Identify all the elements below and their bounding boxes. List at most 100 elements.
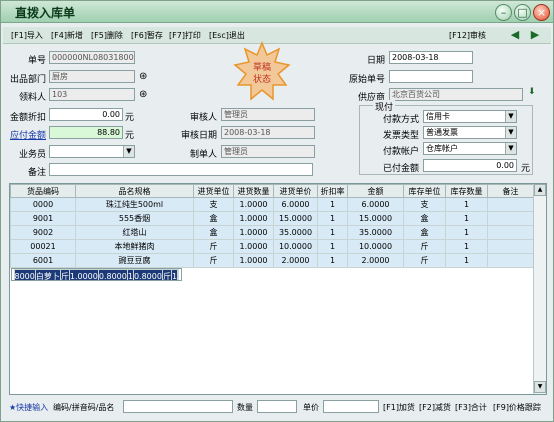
add-button[interactable]: [F4]新增 bbox=[51, 30, 83, 41]
table-cell[interactable]: 35.0000 bbox=[273, 225, 318, 240]
table-cell[interactable]: 1 bbox=[170, 269, 179, 280]
close-button[interactable]: × bbox=[533, 4, 550, 21]
table-cell[interactable]: 1.0000 bbox=[233, 253, 274, 268]
column-header[interactable]: 进货单位 bbox=[193, 184, 234, 198]
table-cell[interactable]: 555香烟 bbox=[75, 211, 194, 226]
table-cell[interactable]: 6.0000 bbox=[347, 197, 404, 212]
next-arrow-icon[interactable]: ▶ bbox=[529, 29, 541, 41]
remark-field[interactable] bbox=[49, 163, 313, 176]
table-cell[interactable]: 00021 bbox=[10, 239, 76, 254]
table-cell[interactable]: 1.0000 bbox=[233, 197, 274, 212]
table-cell[interactable]: 1 bbox=[317, 197, 348, 212]
table-row[interactable]: 9001 555香烟盒 1.0000 15.0000 1 15.0000 盒 1 bbox=[10, 211, 534, 226]
table-cell[interactable]: 斤 bbox=[193, 253, 234, 268]
table-cell[interactable] bbox=[487, 239, 534, 254]
table-cell[interactable] bbox=[487, 211, 534, 226]
table-cell[interactable]: 1.0000 bbox=[233, 225, 274, 240]
arrow-down-icon[interactable]: ⬇ bbox=[528, 87, 536, 97]
table-cell[interactable]: 1 bbox=[317, 211, 348, 226]
scroll-down-icon[interactable]: ▼ bbox=[534, 381, 546, 393]
add-qty-button[interactable]: [F1]加货 bbox=[383, 402, 415, 413]
vertical-scrollbar[interactable]: ▲ ▼ bbox=[533, 184, 546, 394]
column-header[interactable]: 进货单价 bbox=[273, 184, 318, 198]
table-cell[interactable]: 盒 bbox=[403, 211, 446, 226]
table-cell[interactable]: 0.8000 bbox=[97, 269, 128, 280]
table-cell[interactable]: 白萝卜 bbox=[34, 269, 61, 280]
scroll-up-icon[interactable]: ▲ bbox=[534, 184, 546, 196]
table-cell[interactable]: 0000 bbox=[10, 197, 76, 212]
table-cell[interactable]: 15.0000 bbox=[347, 211, 404, 226]
column-header[interactable]: 库存单位 bbox=[403, 184, 446, 198]
table-cell[interactable] bbox=[177, 269, 180, 280]
table-cell[interactable]: 支 bbox=[403, 197, 446, 212]
binoculars-icon[interactable]: ⊛ bbox=[139, 89, 147, 100]
table-cell[interactable]: 9002 bbox=[10, 225, 76, 240]
table-cell[interactable]: 9001 bbox=[10, 211, 76, 226]
table-row[interactable]: 6001 豌豆豆腐斤 1.0000 2.0000 1 2.0000 斤 1 bbox=[10, 253, 534, 268]
table-cell[interactable]: 1 bbox=[445, 239, 488, 254]
table-cell[interactable]: 6.0000 bbox=[273, 197, 318, 212]
price-input[interactable] bbox=[323, 400, 379, 413]
qty-input[interactable] bbox=[257, 400, 297, 413]
table-cell[interactable]: 15.0000 bbox=[273, 211, 318, 226]
supplier-field[interactable]: 北京百货公司 bbox=[389, 88, 523, 101]
chevron-down-icon[interactable]: ▼ bbox=[123, 146, 134, 157]
column-header[interactable]: 货品编码 bbox=[10, 184, 76, 198]
table-cell[interactable]: 1 bbox=[126, 269, 134, 280]
table-cell[interactable]: 支 bbox=[193, 197, 234, 212]
sum-button[interactable]: [F3]合计 bbox=[455, 402, 487, 413]
table-cell[interactable]: 8000 bbox=[13, 269, 36, 280]
table-cell[interactable]: 10.0000 bbox=[273, 239, 318, 254]
table-cell[interactable]: 1 bbox=[445, 211, 488, 226]
table-cell[interactable]: 2.0000 bbox=[273, 253, 318, 268]
column-header[interactable]: 金额 bbox=[347, 184, 404, 198]
table-cell[interactable] bbox=[487, 253, 534, 268]
table-cell[interactable]: 1.0000 bbox=[233, 211, 274, 226]
column-header[interactable]: 备注 bbox=[487, 184, 534, 198]
salesman-select[interactable]: ▼ bbox=[49, 145, 135, 158]
exit-button[interactable]: [Esc]退出 bbox=[209, 30, 245, 41]
payable-field[interactable]: 88.80 bbox=[49, 126, 123, 139]
table-cell[interactable]: 0.8000 bbox=[132, 269, 163, 280]
table-cell[interactable] bbox=[487, 225, 534, 240]
dept-field[interactable]: 厨房 bbox=[49, 70, 135, 83]
orig-no-field[interactable] bbox=[389, 70, 473, 83]
column-header[interactable]: 库存数量 bbox=[445, 184, 488, 198]
print-button[interactable]: [F7]打印 bbox=[169, 30, 201, 41]
table-cell[interactable]: 1 bbox=[317, 239, 348, 254]
table-cell[interactable]: 1.0000 bbox=[68, 269, 99, 280]
table-cell[interactable]: 1 bbox=[445, 225, 488, 240]
table-cell[interactable]: 盒 bbox=[193, 211, 234, 226]
review-button[interactable]: [F12]审核 bbox=[449, 30, 486, 41]
minimize-button[interactable]: – bbox=[495, 4, 512, 21]
table-row[interactable]: 0000 珠江纯生500ml 支 1.0000 6.0000 1 6.0000 支 1 bbox=[10, 197, 534, 212]
chevron-down-icon[interactable]: ▼ bbox=[505, 143, 516, 154]
table-row[interactable]: 8000 白萝卜斤 1.0000 0.8000 1 0.8000 斤 1 bbox=[10, 268, 183, 281]
table-cell[interactable] bbox=[487, 197, 534, 212]
column-header[interactable]: 品名规格 bbox=[75, 184, 194, 198]
sub-qty-button[interactable]: [F2]减货 bbox=[419, 402, 451, 413]
table-row[interactable]: 9002 红塔山盒 1.0000 35.0000 1 35.0000 盒 1 bbox=[10, 225, 534, 240]
date-field[interactable]: 2008-03-18 bbox=[389, 51, 473, 64]
table-cell[interactable]: 10.0000 bbox=[347, 239, 404, 254]
binoculars-icon[interactable]: ⊛ bbox=[139, 71, 147, 82]
table-cell[interactable]: 斤 bbox=[161, 269, 172, 280]
payable-link[interactable]: 应付金额 bbox=[5, 128, 46, 141]
table-cell[interactable]: 本地鲜猪肉 bbox=[75, 239, 194, 254]
import-button[interactable]: [F1]导入 bbox=[11, 30, 43, 41]
invoice-select[interactable]: 普通发票 ▼ bbox=[423, 126, 517, 139]
table-cell[interactable]: 红塔山 bbox=[75, 225, 194, 240]
column-header[interactable]: 进货数量 bbox=[233, 184, 274, 198]
table-cell[interactable]: 1 bbox=[445, 253, 488, 268]
table-row[interactable]: 00021 本地鲜猪肉斤 1.0000 10.0000 1 10.0000 斤 1 bbox=[10, 239, 534, 254]
pay-method-select[interactable]: 信用卡 ▼ bbox=[423, 110, 517, 123]
receiver-field[interactable]: 103 bbox=[49, 88, 135, 101]
table-cell[interactable]: 斤 bbox=[403, 253, 446, 268]
table-cell[interactable]: 斤 bbox=[403, 239, 446, 254]
table-cell[interactable]: 1 bbox=[317, 225, 348, 240]
table-cell[interactable]: 豌豆豆腐 bbox=[75, 253, 194, 268]
table-cell[interactable]: 盒 bbox=[403, 225, 446, 240]
table-cell[interactable]: 斤 bbox=[59, 269, 70, 280]
column-header[interactable]: 折扣率 bbox=[317, 184, 348, 198]
table-cell[interactable]: 1.0000 bbox=[233, 239, 274, 254]
